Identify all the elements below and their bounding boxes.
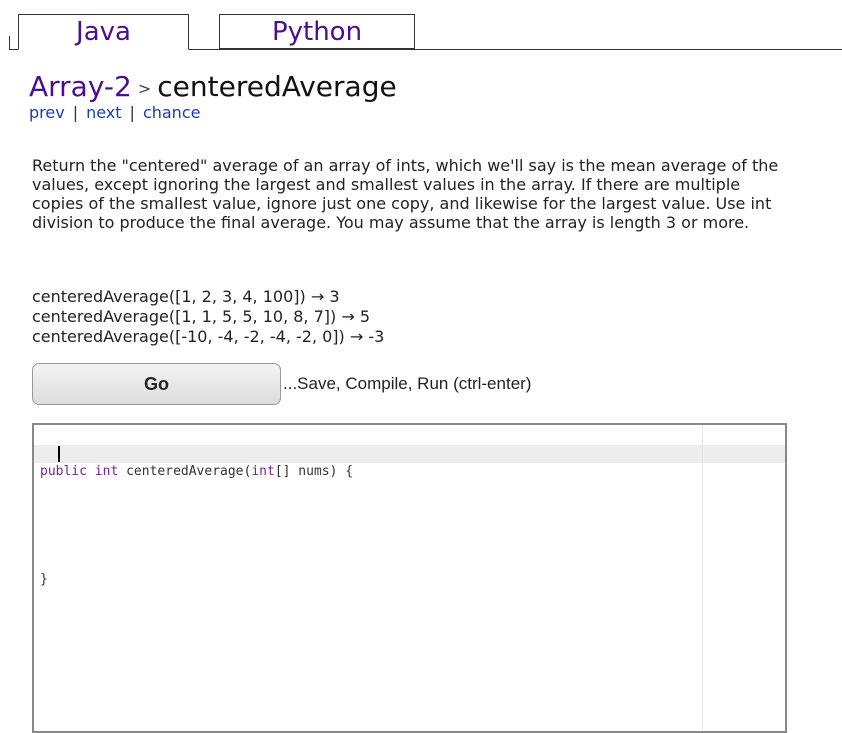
go-hint: ...Save, Compile, Run (ctrl-enter) xyxy=(283,374,532,393)
keyword: public xyxy=(40,464,87,479)
example-line: centeredAverage([-10, -4, -2, -4, -2, 0]… xyxy=(32,327,385,346)
tab-python[interactable]: Python xyxy=(219,14,415,49)
code-line: public int centeredAverage(int[] nums) { xyxy=(40,463,353,481)
nav-divider: | xyxy=(72,103,79,122)
section-link[interactable]: Array-2 xyxy=(29,70,132,103)
next-link[interactable]: next xyxy=(86,103,121,122)
examples: centeredAverage([1, 2, 3, 4, 100]) → 3 c… xyxy=(32,287,384,347)
text-cursor xyxy=(58,446,60,462)
page-title: Array-2 > centeredAverage xyxy=(29,70,397,103)
keyword: int xyxy=(94,464,119,479)
chance-link[interactable]: chance xyxy=(143,103,201,122)
language-tabbar: Java Python xyxy=(9,0,842,50)
keyword: int xyxy=(251,464,275,479)
tab-java[interactable]: Java xyxy=(18,14,189,50)
tabbar-edge xyxy=(9,36,10,50)
breadcrumb-separator: > xyxy=(137,79,152,98)
method-signature: centeredAverage( xyxy=(118,464,252,479)
problem-name: centeredAverage xyxy=(157,70,397,103)
example-line: centeredAverage([1, 1, 5, 5, 10, 8, 7]) … xyxy=(32,307,371,326)
problem-nav: prev | next | chance xyxy=(29,103,200,122)
method-params: [] nums) { xyxy=(274,464,354,479)
problem-description: Return the "centered" average of an arra… xyxy=(32,156,779,232)
example-line: centeredAverage([1, 2, 3, 4, 100]) → 3 xyxy=(32,287,340,306)
code-text: public int centeredAverage(int[] nums) {… xyxy=(40,427,353,625)
code-line: } xyxy=(40,572,48,587)
code-editor[interactable]: public int centeredAverage(int[] nums) {… xyxy=(32,423,787,733)
print-margin xyxy=(702,425,703,731)
nav-divider: | xyxy=(129,103,135,122)
prev-link[interactable]: prev xyxy=(29,103,65,122)
go-button[interactable]: Go xyxy=(32,363,281,405)
